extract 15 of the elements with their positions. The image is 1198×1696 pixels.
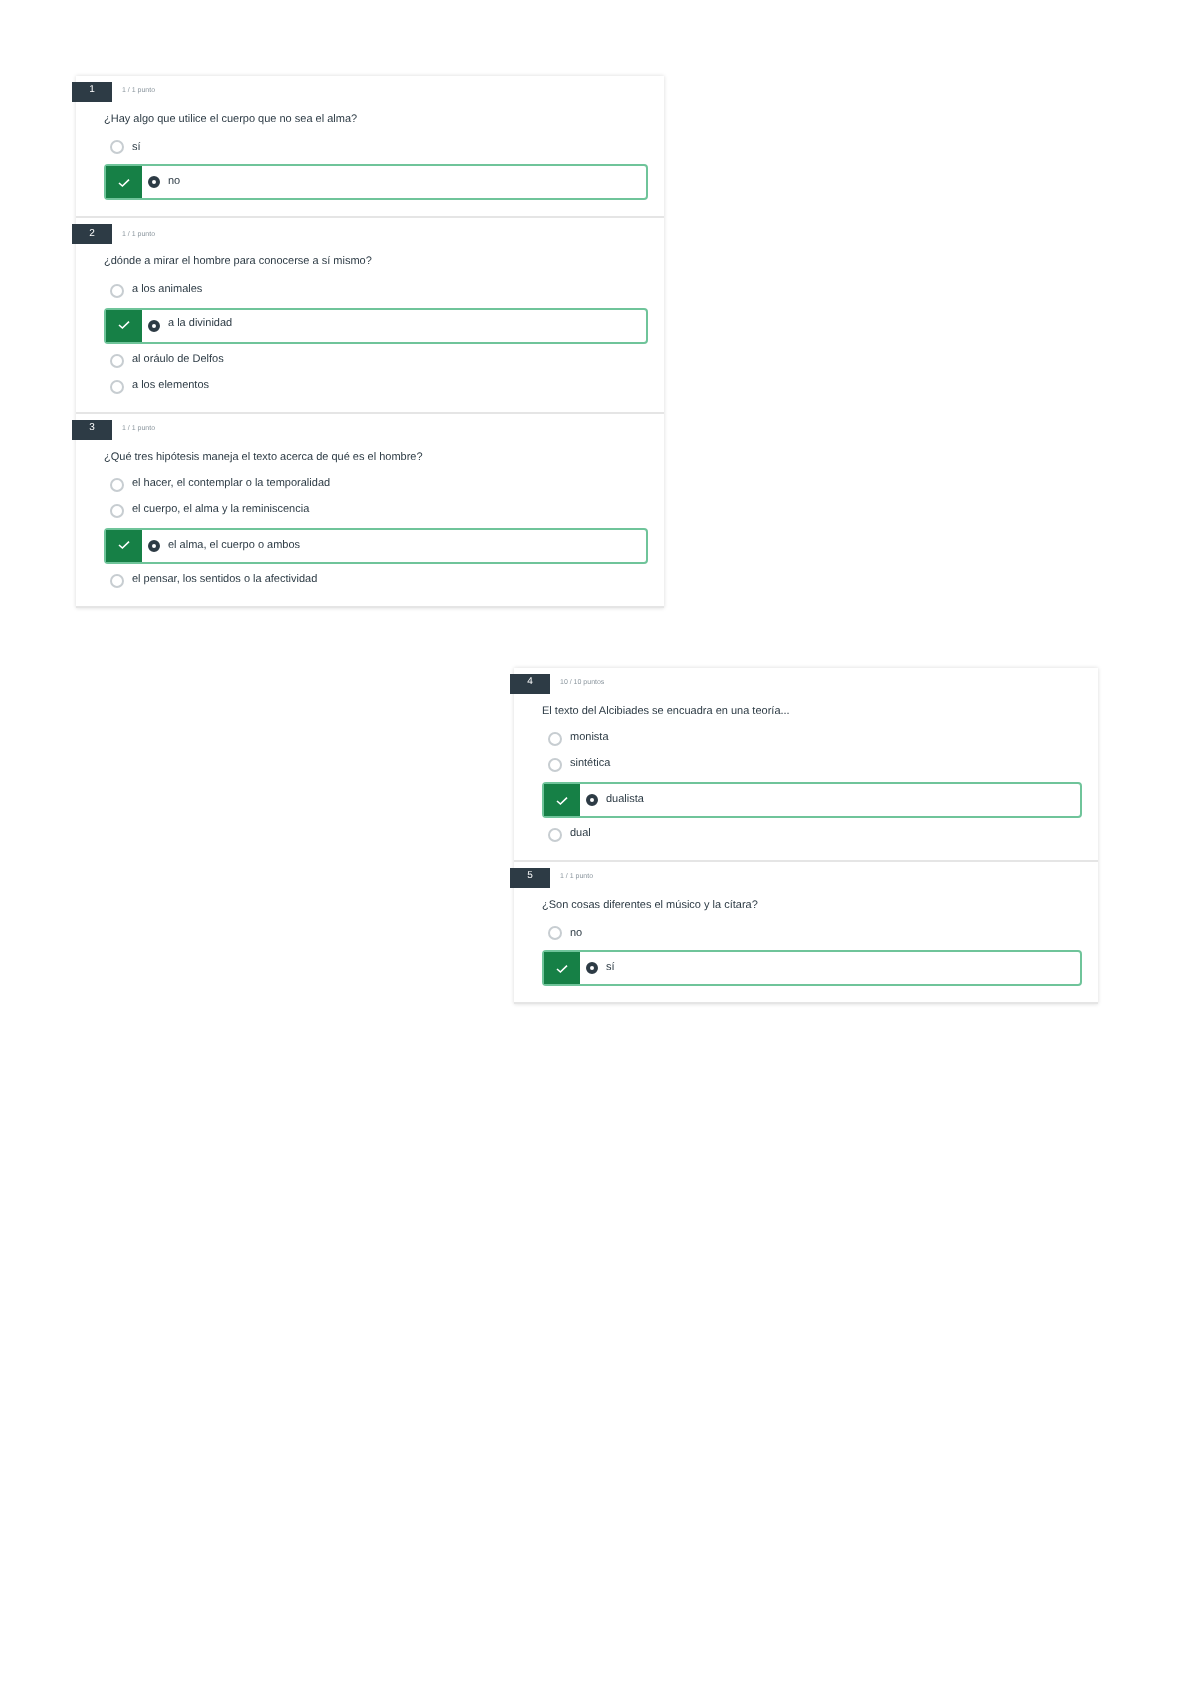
check-icon: [118, 320, 130, 330]
check-icon: [556, 963, 568, 974]
radio-icon: [548, 828, 562, 842]
radio-selected-icon: [586, 962, 598, 975]
check-icon: [556, 795, 568, 805]
radio-selected-icon: [148, 539, 160, 552]
radio-icon: [110, 573, 124, 588]
radio-selected-icon: [148, 319, 160, 331]
check-icon: [118, 177, 130, 188]
check-icon: [118, 540, 130, 551]
radio-selected-icon: [586, 794, 598, 806]
radio-icon: [548, 926, 562, 941]
radio-icon: [110, 140, 124, 155]
radio-icon: [110, 283, 124, 297]
radio-selected-icon: [148, 176, 160, 189]
